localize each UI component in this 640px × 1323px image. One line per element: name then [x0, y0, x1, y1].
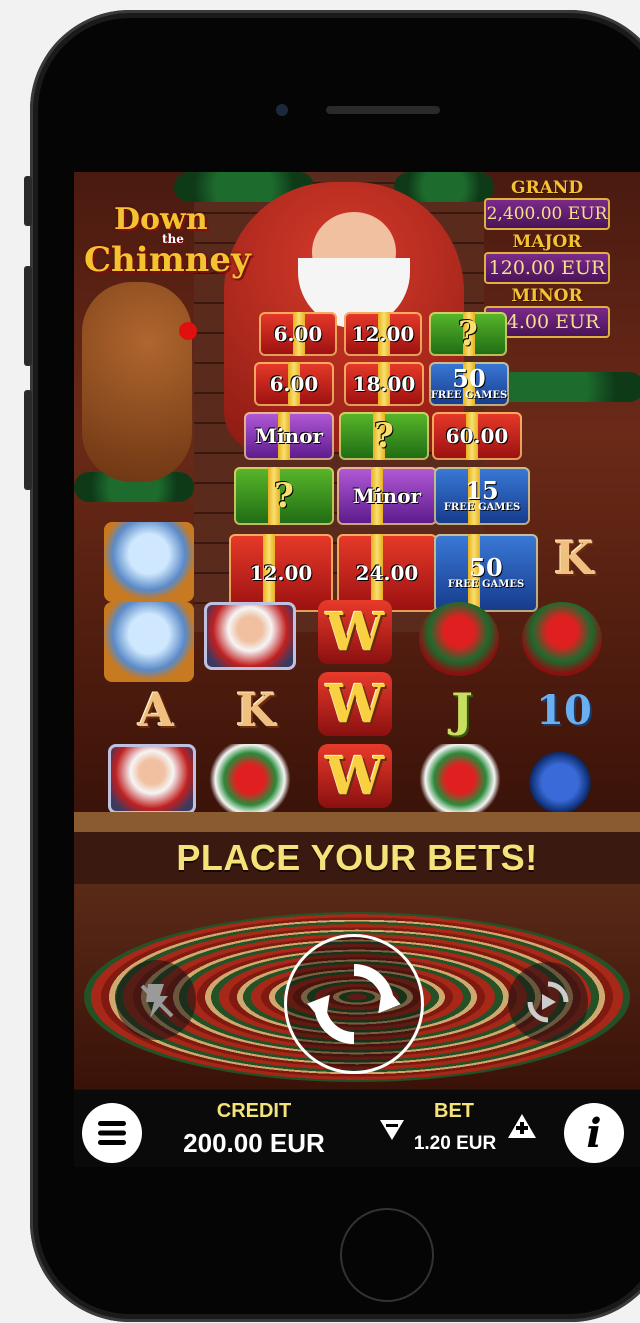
snow-globe-symbol [104, 602, 194, 682]
gift-box: 6.00 [259, 312, 337, 356]
gift-box: ? [339, 412, 429, 460]
front-camera [276, 104, 288, 116]
santa-symbol [204, 602, 296, 670]
gift-box: 12.00 [229, 534, 333, 612]
gift-box: Minor [337, 467, 437, 525]
gift-value: ? [274, 476, 294, 516]
spin-icon [307, 964, 401, 1044]
gift-box: 15 FREE GAMES [434, 467, 530, 525]
wild-symbol: W [318, 744, 392, 808]
free-games-count: 50 [452, 364, 486, 393]
ten-symbol: 10 [536, 686, 592, 734]
wild-symbol: W [318, 600, 392, 664]
bet-increase-button[interactable] [506, 1112, 538, 1140]
gift-value: 12.00 [249, 561, 313, 585]
gift-box: ? [429, 312, 507, 356]
snow-globe-symbol [104, 522, 194, 602]
gift-box: 50 FREE GAMES [429, 362, 509, 406]
earpiece-speaker [326, 106, 440, 114]
autoplay-button[interactable] [508, 962, 588, 1042]
candle-wreath-symbol [522, 602, 602, 676]
jackpot-major-label: MAJOR [512, 232, 582, 252]
spin-button[interactable] [284, 934, 424, 1074]
jackpot-minor-label: MINOR [511, 286, 583, 306]
free-games-label: FREE GAMES [447, 579, 525, 590]
gift-value: 24.00 [355, 561, 419, 585]
gift-value: ? [374, 416, 394, 456]
turbo-button[interactable] [116, 960, 196, 1040]
gift-box: 60.00 [432, 412, 522, 460]
volume-down-button [24, 390, 32, 490]
bet-label: BET [434, 1100, 474, 1122]
info-button[interactable]: i [564, 1103, 624, 1163]
gift-box: 12.00 [344, 312, 422, 356]
j-symbol: J [451, 683, 473, 737]
gift-value: 6.00 [273, 322, 323, 346]
jackpot-grand-value: 2,400.00 EUR [484, 198, 610, 230]
wild-symbol: W [318, 672, 392, 736]
gift-value: Minor [352, 484, 422, 508]
game-screen: Down the Chimney GRAND 2,400.00 EUR MAJO… [74, 172, 640, 1167]
volume-up-button [24, 266, 32, 366]
gift-value: 18.00 [352, 372, 416, 396]
credit-value: 200.00 EUR [183, 1128, 325, 1158]
hamburger-icon [98, 1121, 126, 1145]
logo-line-3: Chimney [84, 240, 251, 280]
free-games-count: 50 [469, 553, 503, 582]
gift-value: 6.00 [269, 372, 319, 396]
gift-box: 50 FREE GAMES [434, 534, 538, 612]
logo-line-1: Down [114, 202, 208, 237]
gift-value: 60.00 [445, 424, 509, 448]
reel-area: 6.00 12.00 ? 6.00 18.00 50 FREE GAMES Min… [104, 312, 634, 814]
gift-box: Minor [244, 412, 334, 460]
gift-value: 12.00 [351, 322, 415, 346]
bet-value: 1.20 EUR [413, 1133, 497, 1154]
autoplay-icon [527, 981, 569, 1023]
home-button[interactable] [340, 1208, 434, 1302]
ornament-symbol [514, 744, 606, 814]
place-bets-message: PLACE YOUR BETS! [74, 832, 640, 884]
mute-switch [24, 176, 32, 226]
gift-value: Minor [254, 424, 324, 448]
gift-box: ? [234, 467, 334, 525]
credit-label: CREDIT [216, 1100, 292, 1122]
gift-box: 18.00 [344, 362, 424, 406]
stocking-symbol [204, 744, 296, 814]
jackpot-major-value: 120.00 EUR [484, 252, 610, 284]
mantel-band [74, 812, 640, 832]
k-symbol: K [554, 531, 594, 585]
k-symbol: K [236, 683, 276, 737]
santa-symbol [108, 744, 196, 814]
bottom-bar [74, 1090, 640, 1167]
game-logo: Down the Chimney [84, 192, 251, 292]
free-games-label: FREE GAMES [430, 390, 508, 401]
candle-wreath-symbol [419, 602, 499, 676]
jackpot-grand-label: GRAND [510, 178, 584, 198]
stocking-symbol [414, 744, 506, 814]
triangle-up-icon [508, 1114, 536, 1138]
turbo-off-icon [140, 984, 174, 1018]
info-icon: i [586, 1109, 602, 1157]
free-games-count: 15 [465, 476, 499, 505]
free-games-label: FREE GAMES [443, 502, 521, 513]
a-symbol: A [138, 683, 174, 737]
gift-box: 6.00 [254, 362, 334, 406]
gift-value: ? [458, 314, 478, 354]
menu-button[interactable] [82, 1103, 142, 1163]
